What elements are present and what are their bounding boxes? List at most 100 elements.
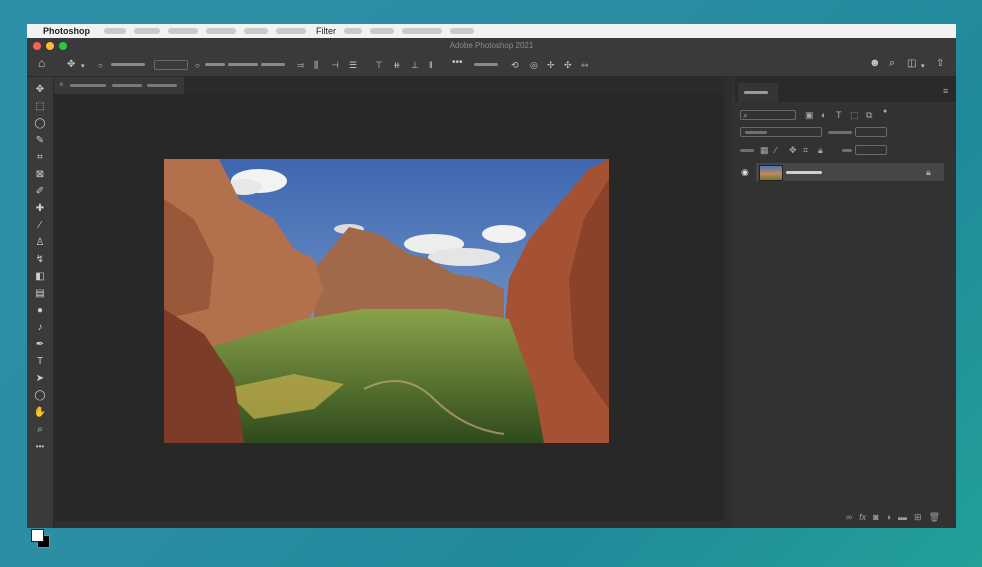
radio-icon[interactable]: ○ <box>195 61 200 71</box>
chevron-down-icon[interactable]: ▾ <box>921 62 925 72</box>
3d-pan-icon[interactable]: ✢ <box>547 60 555 70</box>
option-placeholder <box>228 63 258 66</box>
lock-image-icon[interactable]: ∕ <box>775 146 777 155</box>
move-tool-icon[interactable]: ✥ <box>32 83 48 97</box>
align-right-icon[interactable]: ⊣ <box>331 60 339 70</box>
distribute-icon[interactable]: ☰ <box>349 60 357 70</box>
adjustment-layer-icon[interactable]: ◑ <box>886 512 891 523</box>
close-window-button[interactable] <box>33 42 41 50</box>
auto-select-dropdown[interactable] <box>154 60 188 70</box>
menu-item-placeholder[interactable] <box>276 28 306 34</box>
zoom-tool-icon[interactable]: ⌕ <box>32 423 48 437</box>
lock-position-icon[interactable]: ✥ <box>789 146 797 155</box>
blur-tool-icon[interactable]: ● <box>32 304 48 318</box>
menu-item-placeholder[interactable] <box>244 28 268 34</box>
search-icon[interactable]: ⌕ <box>889 58 895 69</box>
account-icon[interactable]: ☻ <box>869 58 881 69</box>
chevron-down-icon[interactable]: ▾ <box>81 62 85 72</box>
pen-tool-icon[interactable]: ✒ <box>32 338 48 352</box>
menu-item-placeholder[interactable] <box>134 28 160 34</box>
horizontal-scrollbar[interactable] <box>54 521 724 528</box>
clone-stamp-tool-icon[interactable]: ♙ <box>32 236 48 250</box>
brush-tool-icon[interactable]: ∕ <box>32 219 48 233</box>
type-tool-icon[interactable]: T <box>32 355 48 369</box>
trash-icon[interactable]: 🗑︎ <box>929 512 940 523</box>
tab-layers[interactable] <box>738 83 778 102</box>
add-mask-icon[interactable]: ◙ <box>873 512 878 523</box>
visibility-eye-icon[interactable]: ◉ <box>741 168 749 177</box>
system-menubar: Photoshop Filter <box>27 24 956 38</box>
lasso-tool-icon[interactable]: ◯ <box>32 117 48 131</box>
default-colors-icon[interactable] <box>32 511 48 525</box>
tools-panel: ✥ ⬚ ◯ ✎ ⌗ ⊠ ✐ ✚ ∕ ♙ ↯ ◧ ▤ ● ♪ ✒ T ➤ ◯ ✋ ⌕ ••• <box>27 77 54 548</box>
frame-tool-icon[interactable]: ⊠ <box>32 168 48 182</box>
3d-scale-icon[interactable]: ⇿ <box>581 60 589 70</box>
radio-icon[interactable]: ○ <box>98 61 103 71</box>
healing-brush-tool-icon[interactable]: ✚ <box>32 202 48 216</box>
menu-item-placeholder[interactable] <box>402 28 442 34</box>
document-tab[interactable]: × <box>54 77 184 94</box>
lock-artboard-icon[interactable]: ⌗ <box>803 146 808 155</box>
lock-transparent-icon[interactable]: ▦ <box>760 146 769 155</box>
menu-item-placeholder[interactable] <box>370 28 394 34</box>
new-layer-icon[interactable]: ⊞ <box>914 512 922 523</box>
option-placeholder <box>261 63 285 66</box>
panel-menu-icon[interactable]: ≡ <box>943 87 948 96</box>
app-menu[interactable]: Photoshop <box>43 26 90 36</box>
filter-pixel-icon[interactable]: ▣ <box>805 111 814 120</box>
3d-roll-icon[interactable]: ◎ <box>530 60 538 70</box>
new-group-icon[interactable]: ▬ <box>898 512 907 523</box>
menu-item-placeholder[interactable] <box>344 28 362 34</box>
crop-tool-icon[interactable]: ⌗ <box>32 151 48 165</box>
eraser-tool-icon[interactable]: ◧ <box>32 270 48 284</box>
opacity-field[interactable] <box>855 127 887 137</box>
fx-icon[interactable]: fx <box>859 512 866 523</box>
menu-item-placeholder[interactable] <box>450 28 474 34</box>
more-tools-icon[interactable]: ••• <box>32 440 48 454</box>
lock-all-icon[interactable]: 🔒︎ <box>818 146 823 155</box>
dodge-tool-icon[interactable]: ♪ <box>32 321 48 335</box>
document-tabs: × <box>54 77 724 94</box>
menu-filter[interactable]: Filter <box>316 26 336 36</box>
layer-thumbnail <box>759 165 783 181</box>
align-bottom-icon[interactable]: ⊥ <box>411 60 419 70</box>
filter-adjustment-icon[interactable]: ◐ <box>821 111 826 120</box>
menu-item-placeholder[interactable] <box>206 28 236 34</box>
menu-item-placeholder[interactable] <box>168 28 198 34</box>
move-tool-icon[interactable]: ✥ <box>67 60 75 70</box>
minimize-window-button[interactable] <box>46 42 54 50</box>
link-layers-icon[interactable]: ∞ <box>846 512 852 523</box>
path-select-tool-icon[interactable]: ➤ <box>32 372 48 386</box>
quick-select-tool-icon[interactable]: ✎ <box>32 134 48 148</box>
history-brush-tool-icon[interactable]: ↯ <box>32 253 48 267</box>
filter-type-icon[interactable]: T <box>836 111 842 120</box>
layer-filter-dropdown[interactable] <box>740 110 796 120</box>
foreground-color-swatch[interactable] <box>31 529 44 542</box>
align-top-icon[interactable]: ⊤ <box>375 60 383 70</box>
filter-toggle-icon[interactable]: ● <box>883 107 887 116</box>
close-icon[interactable]: × <box>59 80 64 89</box>
fill-field[interactable] <box>855 145 887 155</box>
3d-slide-icon[interactable]: ✣ <box>564 60 572 70</box>
option-placeholder <box>474 63 498 66</box>
3d-orbit-icon[interactable]: ⟲ <box>511 60 519 70</box>
filter-smart-object-icon[interactable]: ⧉ <box>866 111 872 120</box>
align-middle-icon[interactable]: ⧺ <box>393 60 401 70</box>
share-icon[interactable]: ⇧ <box>936 59 944 69</box>
marquee-tool-icon[interactable]: ⬚ <box>32 100 48 114</box>
align-left-icon[interactable]: ⫤ <box>297 60 304 70</box>
shape-tool-icon[interactable]: ◯ <box>32 389 48 403</box>
workspace-icon[interactable]: ◫ <box>907 59 916 69</box>
home-icon[interactable]: ⌂ <box>38 57 45 69</box>
menu-item-placeholder[interactable] <box>104 28 126 34</box>
more-options-icon[interactable]: ••• <box>452 58 463 68</box>
vertical-scrollbar[interactable] <box>724 77 732 528</box>
gradient-tool-icon[interactable]: ▤ <box>32 287 48 301</box>
layer-row[interactable]: 🔒︎ <box>756 163 944 181</box>
eyedropper-tool-icon[interactable]: ✐ <box>32 185 48 199</box>
hand-tool-icon[interactable]: ✋ <box>32 406 48 420</box>
filter-shape-icon[interactable]: ⬚ <box>850 111 859 120</box>
zoom-window-button[interactable] <box>59 42 67 50</box>
distribute-vertical-icon[interactable]: ‖ <box>429 60 433 70</box>
align-center-icon[interactable]: ⫼ <box>314 60 318 70</box>
